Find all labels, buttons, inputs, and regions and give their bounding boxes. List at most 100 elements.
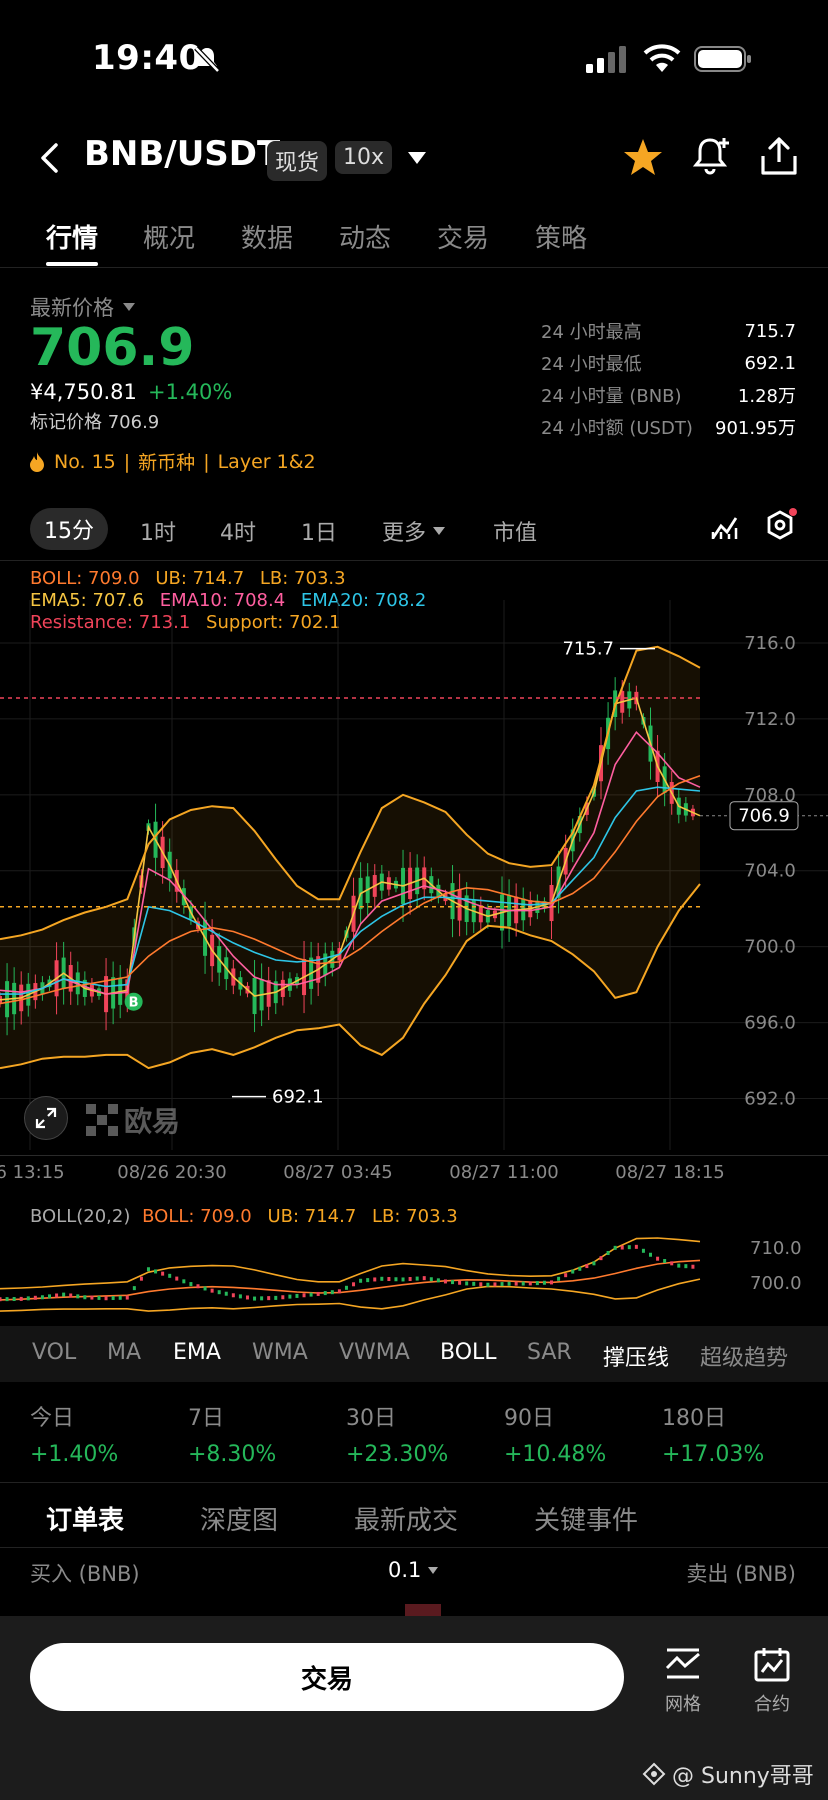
sub-candle xyxy=(182,1279,186,1284)
grid-trading-icon xyxy=(665,1648,700,1679)
sub-candle xyxy=(40,1295,44,1300)
sub-candle xyxy=(344,1285,348,1290)
sub-candle xyxy=(83,1295,87,1300)
y-tick-label: 716.0 xyxy=(744,633,796,654)
orderbook-step-select[interactable]: 0.1 xyxy=(388,1558,439,1582)
sub-candle xyxy=(542,1280,546,1285)
x-tick-label: 08/27 03:45 xyxy=(283,1162,392,1183)
sub-candle xyxy=(627,1245,631,1250)
tab-key-events[interactable]: 关键事件 xyxy=(534,1500,638,1537)
sub-candle xyxy=(253,1296,257,1301)
trade-button[interactable]: 交易 xyxy=(30,1643,624,1711)
sub-candle xyxy=(380,1276,384,1281)
x-tick-label: 6 13:15 xyxy=(0,1162,65,1183)
indicator-ema[interactable]: EMA xyxy=(173,1340,221,1365)
indicator-support-resistance[interactable]: 撑压线 xyxy=(603,1340,669,1372)
sub-candle xyxy=(606,1250,610,1255)
indicator-ma[interactable]: MA xyxy=(107,1340,141,1365)
sub-ub: UB: 714.7 xyxy=(267,1206,357,1227)
sub-candle xyxy=(458,1280,462,1285)
sub-candle xyxy=(408,1277,412,1282)
indicator-vwma[interactable]: VWMA xyxy=(339,1340,410,1365)
step-dropdown-icon xyxy=(428,1566,439,1574)
indicator-supertrend[interactable]: 超级趋势 xyxy=(700,1340,788,1372)
sub-candle xyxy=(479,1282,483,1287)
sub-candle xyxy=(359,1278,363,1283)
sub-candle xyxy=(309,1292,313,1297)
sub-candle xyxy=(373,1277,377,1282)
sub-candle xyxy=(613,1245,617,1250)
x-tick-label: 08/27 11:00 xyxy=(449,1162,558,1183)
price-chart[interactable]: 716.0712.0708.0704.0700.0696.0692.06 13:… xyxy=(0,0,828,1200)
sub-candle xyxy=(535,1281,539,1286)
y-tick-label: 692.0 xyxy=(744,1089,796,1110)
sub-candle xyxy=(203,1286,207,1291)
tab-orderbook[interactable]: 订单表 xyxy=(46,1500,124,1537)
indicator-boll[interactable]: BOLL xyxy=(440,1340,497,1365)
indicator-wma[interactable]: WMA xyxy=(252,1340,308,1365)
diamond-logo-icon xyxy=(642,1762,666,1786)
sub-candle xyxy=(90,1295,94,1300)
x-tick-label: 08/26 20:30 xyxy=(117,1162,226,1183)
sub-candle xyxy=(118,1295,122,1300)
sub-candle xyxy=(47,1294,51,1299)
sub-candle xyxy=(55,1293,59,1298)
source-watermark: @ Sunny哥哥 xyxy=(642,1758,814,1790)
sub-candle xyxy=(394,1277,398,1282)
sub-boll: BOLL: 709.0 xyxy=(142,1206,252,1227)
sub-candle xyxy=(677,1263,681,1268)
sub-candle xyxy=(486,1282,490,1287)
sub-candle xyxy=(641,1248,645,1253)
sub-candle xyxy=(316,1291,320,1296)
sub-candle xyxy=(217,1290,221,1295)
sub-candle xyxy=(33,1295,37,1300)
sub-indicator-name: BOLL(20,2) xyxy=(30,1206,131,1227)
tab-latest-trades[interactable]: 最新成交 xyxy=(354,1500,458,1537)
current-price-label: 706.9 xyxy=(738,806,790,827)
sub-candle xyxy=(125,1295,129,1300)
sub-candle xyxy=(161,1271,165,1276)
y-tick-label: 696.0 xyxy=(744,1013,796,1034)
indicator-sar[interactable]: SAR xyxy=(527,1340,572,1365)
sub-candle xyxy=(443,1279,447,1284)
sub-candle xyxy=(592,1261,596,1266)
grid-button[interactable]: 网格 xyxy=(655,1646,711,1716)
sub-candle xyxy=(104,1296,108,1301)
sub-candle xyxy=(366,1278,370,1283)
expand-icon xyxy=(35,1107,57,1129)
sub-candle xyxy=(139,1276,143,1281)
sub-indicator-chart[interactable] xyxy=(0,1228,828,1324)
sub-candle xyxy=(571,1269,575,1274)
sub-candle xyxy=(111,1296,115,1301)
sub-candle xyxy=(493,1282,497,1287)
sub-candle xyxy=(578,1266,582,1271)
sub-candle xyxy=(649,1252,653,1257)
orderbook-tabs-divider xyxy=(0,1547,828,1548)
okx-logo-icon xyxy=(86,1104,118,1136)
sub-candle xyxy=(26,1296,30,1301)
sub-candle xyxy=(132,1286,136,1291)
sub-candle xyxy=(168,1273,172,1278)
sub-candle xyxy=(656,1256,660,1261)
sub-candle xyxy=(175,1276,179,1281)
sub-candle xyxy=(691,1264,695,1269)
perf-90d: 90日 +10.48% xyxy=(504,1406,607,1467)
high-label: 715.7 xyxy=(562,639,614,660)
sub-candle xyxy=(76,1294,80,1299)
sub-candle xyxy=(245,1295,249,1300)
sub-candle xyxy=(323,1291,327,1296)
y-tick-label: 700.0 xyxy=(744,937,796,958)
sub-candle xyxy=(401,1277,405,1282)
sub-candle xyxy=(5,1297,9,1302)
contract-button[interactable]: 合约 xyxy=(744,1646,800,1716)
sub-candle xyxy=(281,1295,285,1300)
tab-depth[interactable]: 深度图 xyxy=(200,1500,278,1537)
buy-marker-label: B xyxy=(129,996,139,1011)
sub-candle xyxy=(564,1273,568,1278)
sub-candle xyxy=(146,1267,150,1272)
indicator-vol[interactable]: VOL xyxy=(32,1340,76,1365)
sub-candle xyxy=(422,1276,426,1281)
y-tick-label: 712.0 xyxy=(744,709,796,730)
sub-candle xyxy=(465,1281,469,1286)
fullscreen-button[interactable] xyxy=(24,1096,68,1140)
